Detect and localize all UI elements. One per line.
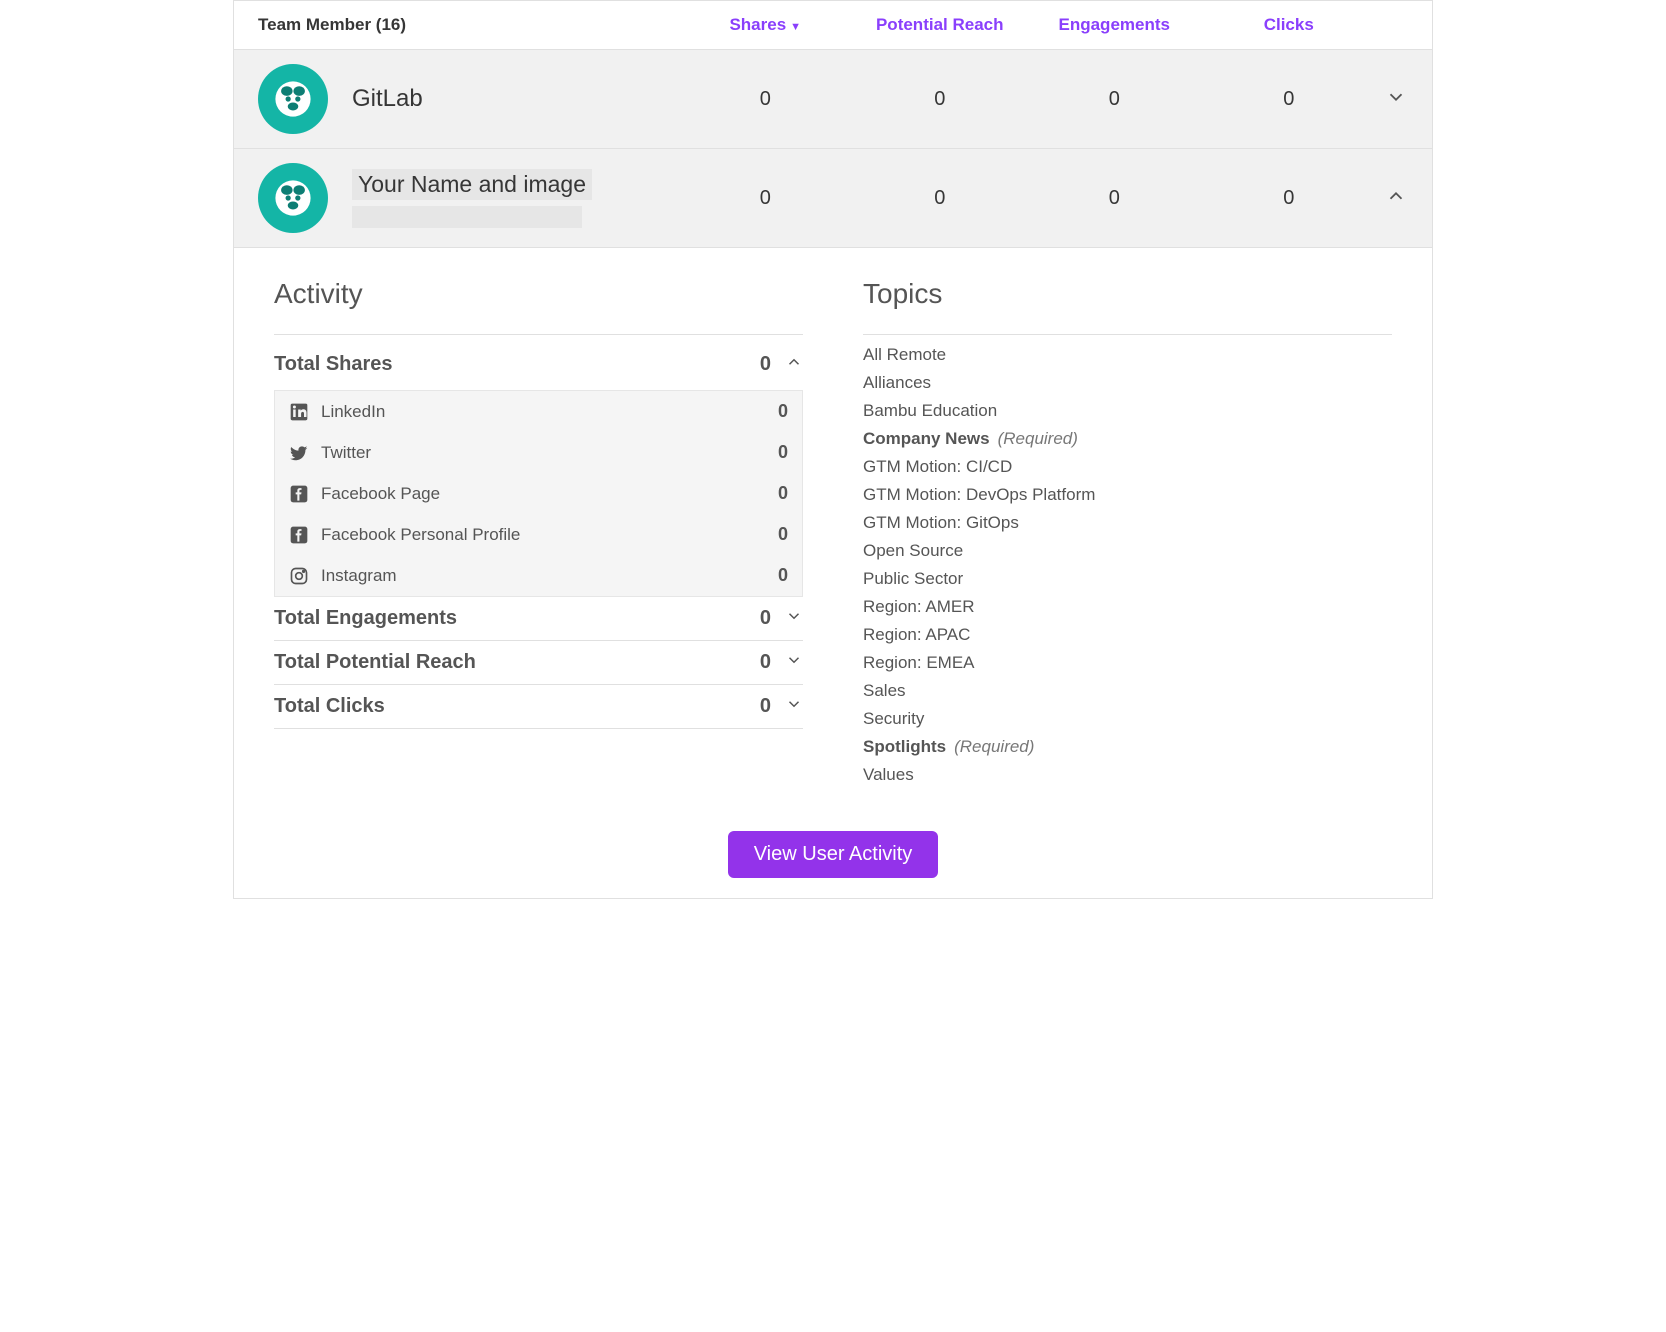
header-shares[interactable]: Shares▼: [678, 15, 853, 35]
chevron-up-icon[interactable]: [1376, 185, 1416, 212]
avatar: [258, 163, 328, 233]
topic-item: GTM Motion: DevOps Platform: [863, 485, 1392, 505]
topic-item: GTM Motion: CI/CD: [863, 457, 1392, 477]
topic-item: All Remote: [863, 345, 1392, 365]
chevron-down-icon[interactable]: [1376, 86, 1416, 113]
header-clicks[interactable]: Clicks: [1202, 15, 1377, 35]
topic-item: Alliances: [863, 373, 1392, 393]
twitter-icon: [289, 443, 309, 463]
header-engagements[interactable]: Engagements: [1027, 15, 1202, 35]
facebook-icon: [289, 525, 309, 545]
chevron-down-icon: [785, 695, 803, 718]
topic-item: Region: AMER: [863, 597, 1392, 617]
share-item-facebook-profile: Facebook Personal Profile 0: [275, 514, 802, 555]
member-subtitle-placeholder: [352, 206, 582, 228]
total-potential-reach-row[interactable]: Total Potential Reach 0: [274, 641, 803, 685]
total-engagements-value: 0: [760, 607, 771, 630]
topic-item: Security: [863, 709, 1392, 729]
view-user-activity-button[interactable]: View User Activity: [728, 831, 939, 878]
topics-list: All Remote Alliances Bambu Education Compan…: [863, 334, 1392, 785]
divider: [274, 334, 803, 335]
team-member-panel: Team Member (16) Shares▼ Potential Reach…: [233, 0, 1433, 899]
member-reach: 0: [853, 187, 1028, 210]
member-clicks: 0: [1202, 187, 1377, 210]
sort-caret-icon: ▼: [790, 21, 801, 33]
member-shares: 0: [678, 88, 853, 111]
share-item-facebook-page: Facebook Page 0: [275, 473, 802, 514]
topic-item: Open Source: [863, 541, 1392, 561]
member-engagements: 0: [1027, 187, 1202, 210]
total-shares-label: Total Shares: [274, 353, 760, 376]
chevron-down-icon: [785, 651, 803, 674]
topics-heading: Topics: [863, 278, 1392, 310]
topic-item: GTM Motion: GitOps: [863, 513, 1392, 533]
total-engagements-label: Total Engagements: [274, 607, 760, 630]
share-item-linkedin: LinkedIn 0: [275, 391, 802, 432]
table-row[interactable]: Your Name and image 0 0 0 0: [234, 149, 1432, 248]
total-clicks-value: 0: [760, 695, 771, 718]
topic-item: Public Sector: [863, 569, 1392, 589]
topic-item: Bambu Education: [863, 401, 1392, 421]
avatar: [258, 64, 328, 134]
share-item-twitter: Twitter 0: [275, 432, 802, 473]
header-team-member: Team Member (16): [258, 15, 678, 35]
table-row[interactable]: GitLab 0 0 0 0: [234, 50, 1432, 149]
member-reach: 0: [853, 88, 1028, 111]
total-clicks-label: Total Clicks: [274, 695, 760, 718]
total-engagements-row[interactable]: Total Engagements 0: [274, 597, 803, 641]
member-name: GitLab: [352, 85, 423, 113]
topic-item: Region: EMEA: [863, 653, 1392, 673]
member-clicks: 0: [1202, 88, 1377, 111]
instagram-icon: [289, 566, 309, 586]
activity-heading: Activity: [274, 278, 803, 310]
header-potential-reach[interactable]: Potential Reach: [853, 15, 1028, 35]
chevron-up-icon: [785, 353, 803, 376]
expanded-details: Activity Total Shares 0 LinkedIn 0 Twitt…: [234, 248, 1432, 825]
topic-item: Sales: [863, 681, 1392, 701]
total-shares-value: 0: [760, 353, 771, 376]
activity-column: Activity Total Shares 0 LinkedIn 0 Twitt…: [274, 278, 803, 785]
topic-item: Region: APAC: [863, 625, 1392, 645]
topics-column: Topics All Remote Alliances Bambu Educatio…: [863, 278, 1392, 785]
member-engagements: 0: [1027, 88, 1202, 111]
shares-breakdown: LinkedIn 0 Twitter 0 Facebook Page 0 Fac…: [274, 390, 803, 597]
facebook-icon: [289, 484, 309, 504]
total-clicks-row[interactable]: Total Clicks 0: [274, 685, 803, 729]
table-header: Team Member (16) Shares▼ Potential Reach…: [234, 1, 1432, 50]
topic-item: Values: [863, 765, 1392, 785]
linkedin-icon: [289, 402, 309, 422]
total-potential-reach-value: 0: [760, 651, 771, 674]
share-item-instagram: Instagram 0: [275, 555, 802, 596]
member-shares: 0: [678, 187, 853, 210]
member-name: Your Name and image: [352, 169, 592, 200]
topic-item: Spotlights(Required): [863, 737, 1392, 757]
total-potential-reach-label: Total Potential Reach: [274, 651, 760, 674]
total-shares-row[interactable]: Total Shares 0: [274, 343, 803, 386]
topic-item: Company News(Required): [863, 429, 1392, 449]
chevron-down-icon: [785, 607, 803, 630]
